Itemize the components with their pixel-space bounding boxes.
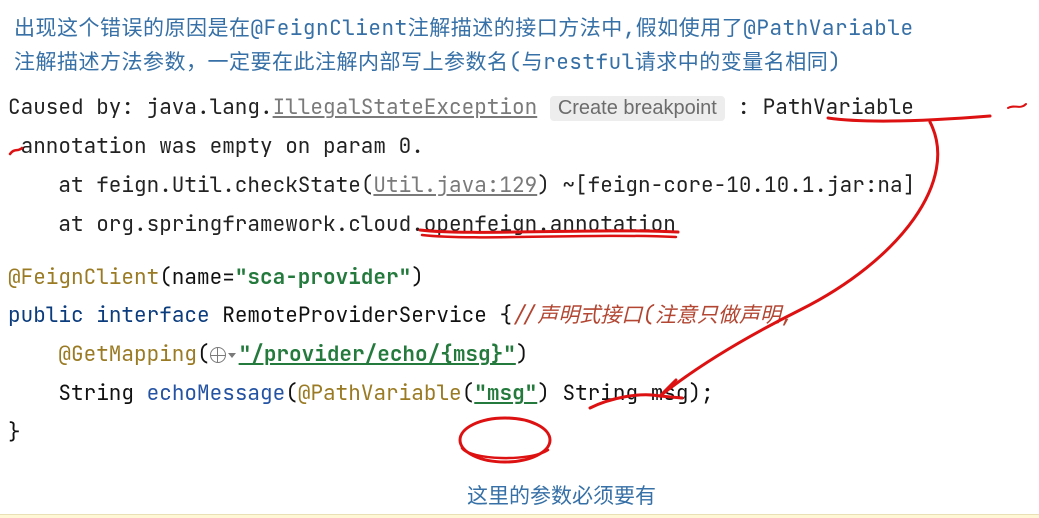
code-comment: //声明式接口(注意只做声明, <box>512 302 793 329</box>
anno-empty-text: annotation was empty on param 0. <box>8 133 424 160</box>
ret-type: String <box>58 380 134 407</box>
param-type: String <box>562 380 638 407</box>
feign-name-str: "sca-provider" <box>235 264 411 291</box>
pv-close: ) <box>537 380 550 407</box>
bottom-highlight-bar <box>0 514 1039 518</box>
param-name: msg <box>651 380 689 407</box>
iface-name: RemoteProviderService <box>222 302 487 329</box>
feignclient-anno: @FeignClient <box>8 264 159 291</box>
feign-close: ) <box>411 264 424 291</box>
method-name: echoMessage <box>147 380 286 407</box>
pathvariable-anno: @PathVariable <box>298 380 462 407</box>
title-line2: 注解描述方法参数，一定要在此注解内部写上参数名(与restful请求中的变量名相… <box>14 46 1025 80</box>
title-line1: 出现这个错误的原因是在@FeignClient注解描述的接口方法中,假如使用了@… <box>14 12 1025 46</box>
kw-interface: interface <box>96 302 209 329</box>
param-must-note: 这里的参数必须要有 <box>467 480 656 510</box>
method-open: ( <box>285 380 298 407</box>
kw-public: public <box>8 302 84 329</box>
chevron-down-icon[interactable] <box>228 353 236 358</box>
explanation-title: 出现这个错误的原因是在@FeignClient注解描述的接口方法中,假如使用了@… <box>0 0 1039 85</box>
get-open: ( <box>197 341 210 368</box>
get-path-str: "/provider/echo/{msg}" <box>239 341 516 368</box>
pv-open: ( <box>462 380 475 407</box>
at-line1-prefix: at feign.Util.checkState( <box>8 172 373 199</box>
caused-by-text: Caused by: java.lang. <box>8 94 273 121</box>
colon-text: : <box>725 94 763 121</box>
method-close: ); <box>689 380 714 407</box>
util-java-link[interactable]: Util.java:129 <box>373 172 537 199</box>
getmapping-anno: @GetMapping <box>58 341 197 368</box>
exception-link[interactable]: IllegalStateException <box>273 94 538 121</box>
at-line2: at org.springframework.cloud.openfeign.a… <box>8 211 676 238</box>
brace-open: { <box>499 302 512 329</box>
get-close: ) <box>516 341 529 368</box>
brace-close: } <box>8 419 21 446</box>
pathvariable-text: PathVariable <box>763 94 914 121</box>
pv-val-str: "msg" <box>474 380 537 407</box>
create-breakpoint-button[interactable]: Create breakpoint <box>550 96 725 121</box>
at-line1-suffix: ) ~[feign-core-10.10.1.jar:na] <box>537 172 915 199</box>
feign-open: (name= <box>159 264 235 291</box>
stacktrace-block: Caused by: java.lang.IllegalStateExcepti… <box>0 85 1039 244</box>
globe-icon[interactable] <box>210 347 226 363</box>
code-block: @FeignClient(name="sca-provider") public… <box>0 245 1039 453</box>
